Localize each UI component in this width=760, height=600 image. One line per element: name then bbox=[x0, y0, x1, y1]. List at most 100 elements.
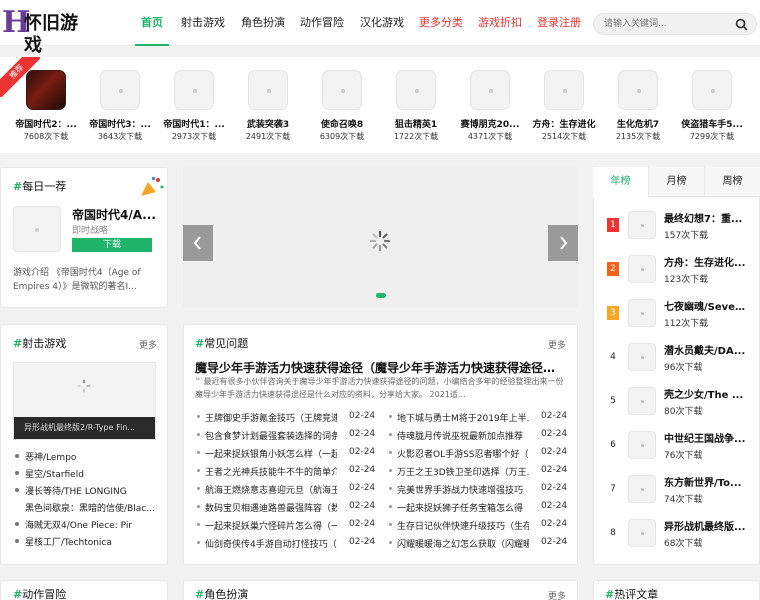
game-name: 赛博朋克20... bbox=[460, 120, 520, 130]
tab-yearly[interactable]: 年榜 bbox=[593, 167, 648, 197]
recommend-item[interactable]: 帝国时代3：... 3643次下载 bbox=[85, 70, 155, 150]
rank-game-name[interactable]: 七夜幽魂/Seve... bbox=[664, 298, 746, 313]
rank-game-name[interactable]: 异形战机最终版... bbox=[664, 518, 746, 533]
download-count: 3643次下载 bbox=[97, 132, 143, 141]
rank-thumbnail[interactable] bbox=[628, 475, 656, 503]
faq-article-link[interactable]: 仙剑奇侠传4手游自动打怪技巧（... bbox=[197, 537, 337, 550]
carousel-next-button[interactable] bbox=[548, 225, 578, 261]
shooter-game-link[interactable]: 星空/Starfield bbox=[15, 467, 84, 480]
shooter-game-link[interactable]: 漫长等待/THE LONGING bbox=[15, 484, 127, 497]
recommend-item[interactable]: 生化危机7 2135次下载 bbox=[603, 70, 673, 150]
faq-headline[interactable]: 魔导少年手游活力快速获得途径（魔导少年手游活力快速获得途径是... bbox=[195, 359, 567, 376]
faq-article-link[interactable]: 航海王燃烧意志喜迎元旦（航海王... bbox=[197, 483, 337, 496]
faq-more-link[interactable]: 更多 bbox=[548, 338, 566, 351]
nav-login-register[interactable]: 登录注册 bbox=[537, 0, 581, 46]
action-title: #动作冒险 bbox=[13, 588, 67, 600]
shooter-game-link[interactable]: 海贼无双4/One Piece: Pir bbox=[14, 518, 132, 531]
faq-article-title: 火影忍者OL手游SS忍者哪个好（... bbox=[397, 450, 529, 460]
rank-thumbnail[interactable] bbox=[628, 431, 656, 459]
game-thumbnail bbox=[100, 70, 140, 110]
carousel-prev-button[interactable] bbox=[183, 225, 213, 261]
daily-game-name[interactable]: 帝国时代4/A... bbox=[72, 206, 162, 223]
nav-discount[interactable]: 游戏折扣 bbox=[478, 0, 522, 46]
faq-article-link[interactable]: 火影忍者OL手游SS忍者哪个好（... bbox=[389, 447, 529, 460]
nav-home[interactable]: 首页 bbox=[135, 0, 169, 46]
game-name: 方舟：生存进化 bbox=[532, 120, 596, 130]
rank-thumbnail[interactable] bbox=[628, 519, 656, 547]
tab-weekly[interactable]: 周榜 bbox=[704, 167, 760, 197]
tab-monthly[interactable]: 月榜 bbox=[648, 167, 704, 197]
faq-article-link[interactable]: 数码宝贝相遇迪路兽最强阵容（数... bbox=[197, 501, 337, 514]
game-name: 武装突袭3 bbox=[246, 120, 290, 130]
carousel-indicator[interactable] bbox=[376, 293, 386, 298]
search-icon[interactable] bbox=[735, 18, 748, 31]
nav-chinese[interactable]: 汉化游戏 bbox=[360, 0, 404, 46]
hot-articles-title: #热评文章 bbox=[605, 588, 659, 600]
rank-download-count: 123次下载 bbox=[664, 275, 709, 285]
rank-game-name[interactable]: 最终幻想7：重... bbox=[664, 210, 746, 225]
search-input[interactable] bbox=[604, 17, 734, 31]
faq-article-link[interactable]: 万王之王3D铁卫圣印选择（万王... bbox=[389, 465, 529, 478]
rpg-title: #角色扮演 bbox=[195, 588, 249, 600]
nav-more-categories[interactable]: 更多分类 bbox=[419, 0, 463, 46]
recommend-item[interactable]: 狙击精英1 1722次下载 bbox=[381, 70, 451, 150]
nav-shooter[interactable]: 射击游戏 bbox=[181, 0, 225, 46]
rank-game-name[interactable]: 潜水员戴夫/DA... bbox=[664, 342, 746, 357]
faq-article-link[interactable]: 王者之光神兵技能牛不牛的简单介... bbox=[197, 465, 337, 478]
faq-article-title: 数码宝贝相遇迪路兽最强阵容（数... bbox=[205, 504, 337, 514]
faq-article-link[interactable]: 一起来捉妖银角小妖怎么样（一起... bbox=[197, 447, 337, 460]
rank-game-name[interactable]: 方舟：生存进化... bbox=[664, 254, 746, 269]
rank-game-name[interactable]: 中世纪王国战争... bbox=[664, 430, 746, 445]
faq-article-date: 02-24 bbox=[349, 447, 376, 457]
shooter-game-link[interactable]: 黑色间歇泉：黑暗的信使/Black ... bbox=[25, 501, 160, 514]
rank-game-name[interactable]: 壳之少女/The ... bbox=[664, 386, 746, 401]
nav-action[interactable]: 动作冒险 bbox=[300, 0, 344, 46]
rpg-more-link[interactable]: 更多 bbox=[548, 589, 566, 600]
rank-download-count: 74次下载 bbox=[664, 495, 703, 505]
rank-number: 5 bbox=[610, 396, 616, 406]
logo-letter: H bbox=[2, 5, 31, 40]
faq-article-title: 一起来捉妖狮子任务宝箱怎么得（... bbox=[397, 504, 529, 514]
faq-article-link[interactable]: 闪耀暖暖海之幻怎么获取（闪耀暖... bbox=[389, 537, 529, 550]
faq-article-link[interactable]: 一起来捉妖狮子任务宝箱怎么得（... bbox=[389, 501, 529, 514]
faq-article-link[interactable]: 侍魂胧月传说巫祝最新加点推荐（... bbox=[389, 429, 529, 442]
rank-game-name[interactable]: 东方新世界/To... bbox=[664, 474, 746, 489]
download-count: 7608次下载 bbox=[23, 132, 69, 141]
faq-article-link[interactable]: 完美世界手游战力快速增强技巧（... bbox=[389, 483, 529, 496]
recommend-item[interactable]: 赛博朋克20... 4371次下载 bbox=[455, 70, 525, 150]
game-thumbnail bbox=[544, 70, 584, 110]
banner-carousel[interactable] bbox=[183, 167, 578, 307]
search-box bbox=[593, 13, 757, 35]
rank-thumbnail[interactable] bbox=[628, 299, 656, 327]
faq-article-date: 02-24 bbox=[349, 483, 376, 493]
faq-article-link[interactable]: 地下城与勇士M将于2019年上半... bbox=[389, 411, 529, 424]
rank-thumbnail[interactable] bbox=[628, 343, 656, 371]
faq-article-title: 一起来捉妖巢穴怪碎片怎么得（一... bbox=[205, 522, 337, 532]
rank-thumbnail[interactable] bbox=[628, 387, 656, 415]
site-logo[interactable]: H 怀旧游戏 bbox=[2, 5, 92, 57]
download-count: 1722次下载 bbox=[393, 132, 439, 141]
shooter-game-link[interactable]: 恶神/Lempo bbox=[14, 450, 76, 463]
faq-article-date: 02-24 bbox=[541, 483, 568, 493]
faq-article-link[interactable]: 生存日记伙伴快速升级技巧（生存... bbox=[389, 519, 529, 532]
recommend-item[interactable]: 方舟：生存进化 2514次下载 bbox=[529, 70, 599, 150]
recommend-item[interactable]: 侠盗猎车手5... 7299次下载 bbox=[677, 70, 747, 150]
shooter-game-link[interactable]: 星核工厂/Techtonica bbox=[15, 535, 112, 548]
rank-thumbnail[interactable] bbox=[628, 211, 656, 239]
daily-download-button[interactable]: 下载 bbox=[72, 238, 152, 252]
download-count: 6309次下载 bbox=[319, 132, 365, 141]
faq-article-link[interactable]: 王牌御史手游氪金技巧（王牌竞速... bbox=[197, 411, 337, 424]
faq-article-title: 一起来捉妖银角小妖怎么样（一起... bbox=[205, 450, 337, 460]
daily-game-thumbnail[interactable] bbox=[13, 206, 61, 252]
faq-article-link[interactable]: 一起来捉妖巢穴怪碎片怎么得（一... bbox=[197, 519, 337, 532]
nav-rpg[interactable]: 角色扮演 bbox=[241, 0, 285, 46]
shooter-banner[interactable]: 异形战机最终版2/R-Type Fin... bbox=[13, 362, 156, 440]
recommend-item[interactable]: 使命召唤8 6309次下载 bbox=[307, 70, 377, 150]
recommend-item[interactable]: 武装突袭3 2491次下载 bbox=[233, 70, 303, 150]
recommend-item[interactable]: 帝国时代1：... 2973次下载 bbox=[159, 70, 229, 150]
shooter-more-link[interactable]: 更多 bbox=[139, 338, 157, 351]
rank-number: 6 bbox=[610, 440, 616, 450]
rank-thumbnail[interactable] bbox=[628, 255, 656, 283]
daily-pick-title: #每日一荐 bbox=[13, 180, 67, 193]
faq-article-link[interactable]: 包含食梦计划最强套装选择的词条 bbox=[197, 429, 337, 442]
